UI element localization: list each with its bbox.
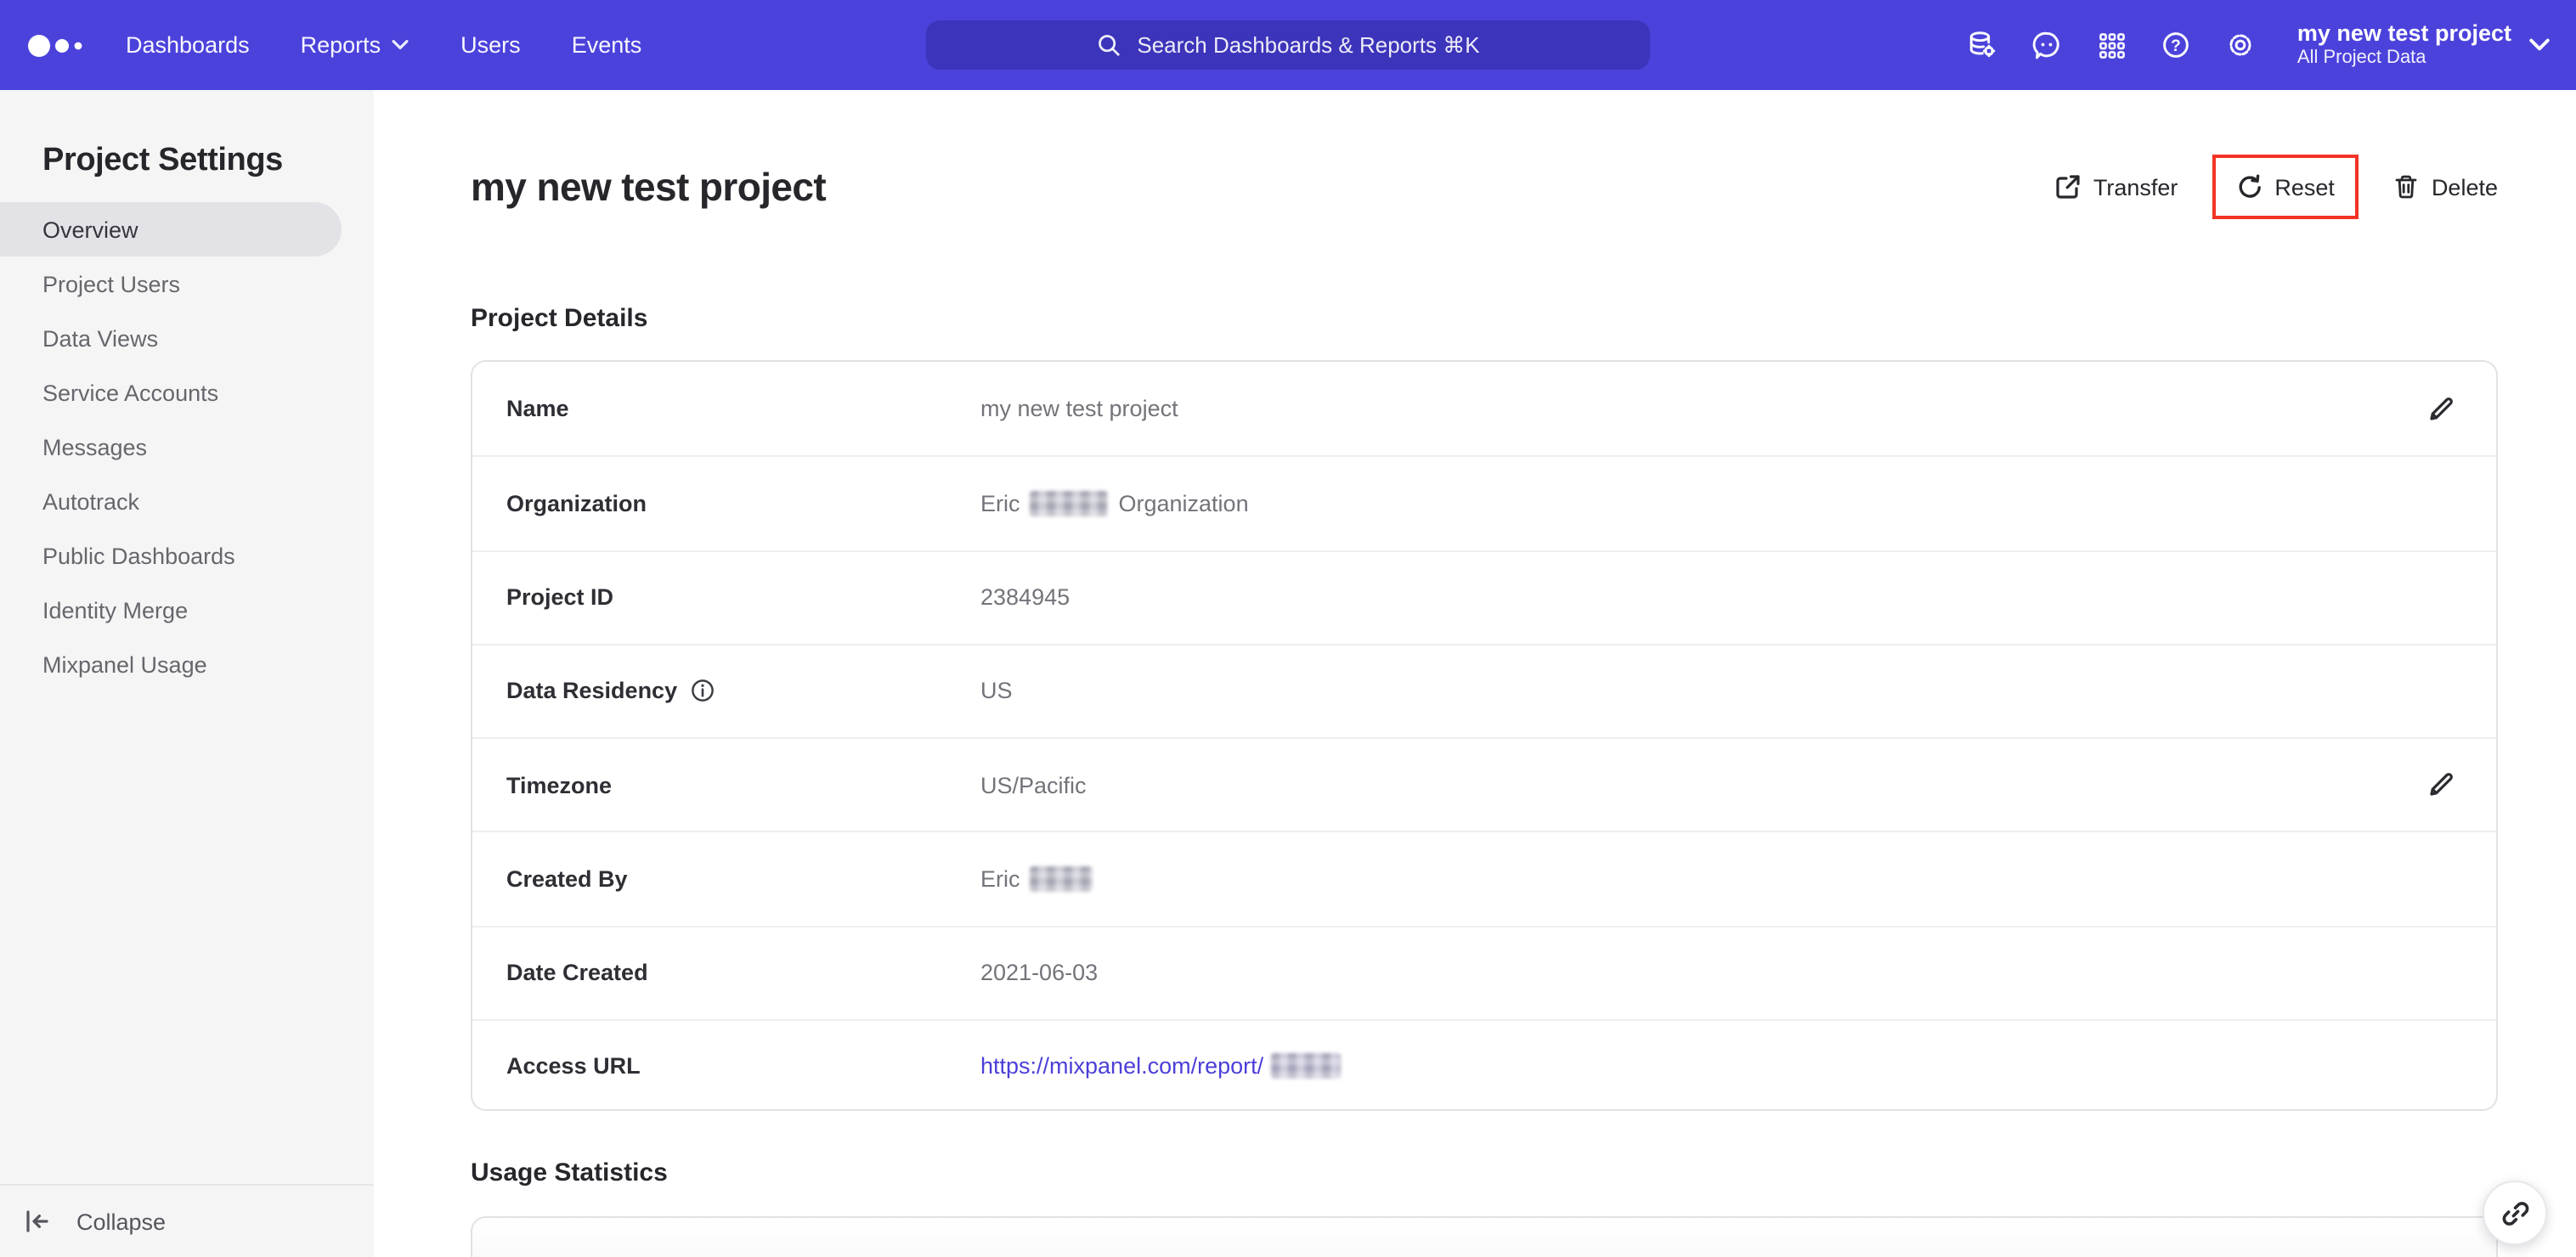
nav-item-label: Reports (300, 32, 381, 58)
search-placeholder: Search Dashboards & Reports ⌘K (1137, 31, 1480, 57)
nav-item-users[interactable]: Users (460, 32, 521, 58)
row-name: Name my new test project (472, 362, 2496, 456)
row-data-residency: Data Residency US (472, 643, 2496, 738)
sidebar-item-messages[interactable]: Messages (0, 420, 342, 474)
top-nav-bar: Dashboards Reports Users Events Search D… (0, 0, 2576, 90)
sidebar-item-project-users[interactable]: Project Users (0, 256, 342, 311)
row-project-id: Project ID 2384945 (472, 550, 2496, 644)
sidebar-title: Project Settings (42, 143, 283, 178)
settings-gear-icon[interactable] (2223, 26, 2260, 64)
edit-name-button[interactable] (2423, 391, 2459, 426)
nav-item-dashboards[interactable]: Dashboards (126, 32, 250, 58)
sidebar-item-overview[interactable]: Overview (0, 202, 342, 256)
redacted-text (1270, 1053, 1341, 1079)
redacted-text (1030, 490, 1109, 516)
edit-timezone-button[interactable] (2423, 767, 2459, 803)
access-url-link[interactable]: https://mixpanel.com/report/ (980, 1053, 1347, 1079)
mixpanel-logo-icon[interactable] (27, 28, 88, 62)
collapse-label: Collapse (76, 1209, 167, 1234)
row-date-created: Date Created 2021-06-03 (472, 925, 2496, 1019)
row-timezone: Timezone US/Pacific (472, 737, 2496, 831)
row-access-url: Access URL https://mixpanel.com/report/ (472, 1018, 2496, 1113)
svg-text:?: ? (2172, 37, 2182, 55)
nav-item-reports[interactable]: Reports (301, 32, 410, 58)
search-icon (1096, 32, 1121, 58)
section-title-usage-statistics: Usage Statistics (471, 1158, 668, 1187)
nav-item-label: Dashboards (126, 32, 250, 58)
annotation-highlight-box: Reset (2212, 155, 2359, 219)
nav-item-label: Users (460, 32, 521, 58)
page-title: my new test project (471, 165, 827, 209)
chevron-down-icon (391, 39, 410, 51)
info-icon[interactable] (689, 679, 715, 704)
usage-statistics-card (471, 1216, 2498, 1257)
collapse-sidebar-button[interactable]: Collapse (0, 1184, 374, 1257)
section-title-project-details: Project Details (471, 304, 648, 333)
sidebar-item-public-dashboards[interactable]: Public Dashboards (0, 528, 342, 583)
trash-icon (2392, 173, 2420, 200)
sidebar-item-mixpanel-usage[interactable]: Mixpanel Usage (0, 637, 342, 691)
redacted-text (1030, 865, 1093, 892)
help-icon[interactable]: ? (2158, 26, 2195, 64)
apps-grid-icon[interactable] (2093, 26, 2131, 64)
delete-button[interactable]: Delete (2392, 173, 2498, 200)
sidebar-item-service-accounts[interactable]: Service Accounts (0, 365, 342, 420)
sidebar-item-autotrack[interactable]: Autotrack (0, 474, 342, 528)
nav-item-label: Events (571, 32, 642, 58)
project-selector[interactable]: my new test project All Project Data (2297, 20, 2551, 70)
share-link-button[interactable] (2483, 1181, 2547, 1245)
transfer-button[interactable]: Transfer (2054, 173, 2178, 200)
current-project-scope: All Project Data (2296, 48, 2426, 68)
sidebar-item-identity-merge[interactable]: Identity Merge (0, 583, 342, 637)
nav-item-events[interactable]: Events (572, 32, 642, 58)
collapse-icon (24, 1208, 51, 1235)
chevron-down-icon (2528, 37, 2551, 53)
transfer-icon (2054, 173, 2082, 200)
current-project-name: my new test project (2296, 20, 2511, 46)
row-created-by: Created By Eric (472, 831, 2496, 926)
data-connections-icon[interactable] (1964, 26, 2002, 64)
settings-sidebar: Project Settings Overview Project Users … (0, 90, 374, 1257)
project-actions: Transfer Reset Delete (2054, 155, 2498, 219)
sidebar-item-data-views[interactable]: Data Views (0, 311, 342, 365)
mixpanel-project-settings-page: Dashboards Reports Users Events Search D… (0, 0, 2576, 1257)
project-details-card: Name my new test project Organization Er… (471, 360, 2498, 1111)
messages-icon[interactable] (2029, 26, 2066, 64)
main-content: my new test project Transfer Reset Delet… (374, 90, 2576, 1257)
reset-icon (2235, 173, 2262, 200)
search-input[interactable]: Search Dashboards & Reports ⌘K (926, 20, 1650, 70)
link-icon (2500, 1198, 2529, 1227)
row-organization: Organization Eric Organization (472, 455, 2496, 550)
reset-button[interactable]: Reset (2235, 173, 2335, 200)
